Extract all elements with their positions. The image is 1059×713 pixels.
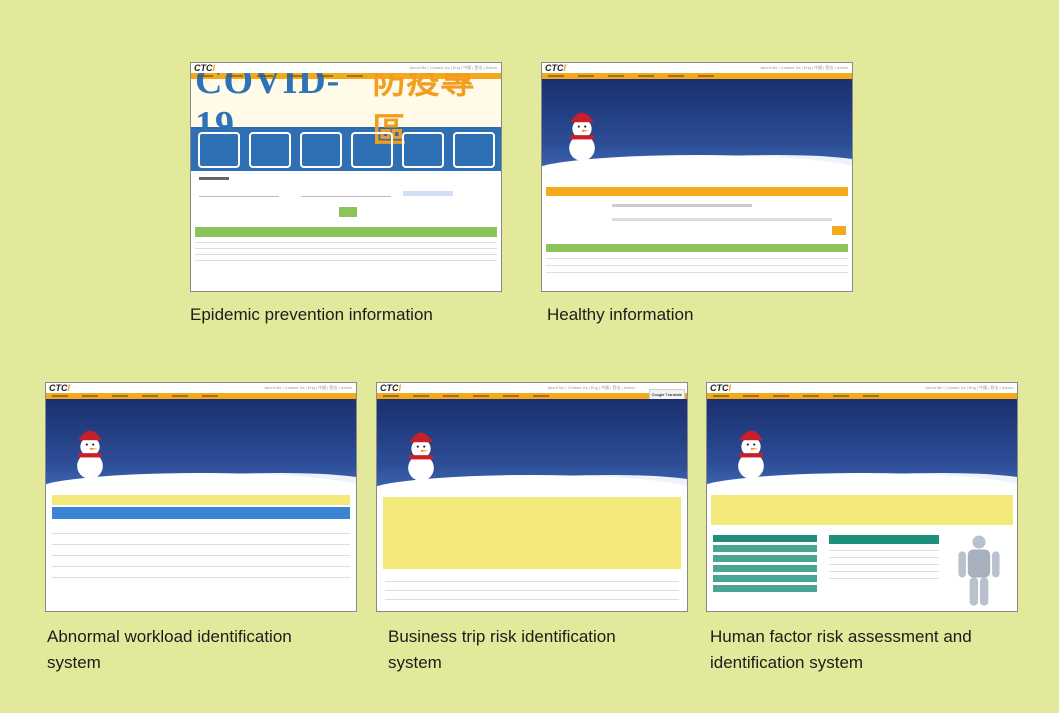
snowman-icon <box>408 432 434 481</box>
site-logo: CTCI <box>194 63 216 73</box>
winter-banner <box>707 399 1017 489</box>
results-table <box>195 227 497 261</box>
top-links: About Me | Contact Us | Eng | 中國 | 登出 | … <box>760 65 848 70</box>
site-logo: CTCI <box>545 63 567 73</box>
section-header-bar <box>546 187 848 196</box>
thumbnail-healthy-page[interactable]: CTCI About Me | Contact Us | Eng | 中國 | … <box>541 62 853 292</box>
site-header: CTCI About Me | Contact Us | Eng | 中國 | … <box>377 383 687 400</box>
health-table <box>546 244 848 273</box>
thumbnail-covid-page[interactable]: CTCI About Me | Contact Us | Eng | 中國 | … <box>190 62 502 292</box>
tile-icon[interactable] <box>350 132 393 168</box>
thumbnail-business-trip-page[interactable]: CTCI About Me | Contact Us | Eng | 中國 | … <box>376 382 688 612</box>
thumbnail-human-factor-page[interactable]: CTCI About Me | Contact Us | Eng | 中國 | … <box>706 382 1018 612</box>
question-list <box>46 519 356 592</box>
body-part-table <box>829 535 939 605</box>
snowman-icon <box>77 430 103 479</box>
search-button[interactable] <box>339 207 357 217</box>
assessment-area <box>707 525 1017 611</box>
profile-table <box>713 535 817 605</box>
site-logo: CTCI <box>380 383 402 393</box>
form-area <box>542 196 852 244</box>
site-logo: CTCI <box>710 383 732 393</box>
tile-icon[interactable] <box>401 132 444 168</box>
winter-banner <box>377 399 687 491</box>
search-area <box>191 171 501 227</box>
notice-box <box>711 495 1013 525</box>
blue-header-bar <box>52 507 350 519</box>
top-links: About Me | Contact Us | Eng | 中國 | 登出 | … <box>264 385 352 390</box>
notice-bar <box>52 495 350 505</box>
tile-icon[interactable] <box>197 132 240 168</box>
tile-icon[interactable] <box>248 132 291 168</box>
top-links: About Me | Contact Us | Eng | 中國 | 登出 | … <box>409 65 497 70</box>
top-links: About Me | Contact Us | Eng | 中國 | 登出 | … <box>925 385 1013 390</box>
caption: Epidemic prevention information <box>190 305 433 324</box>
caption: Healthy information <box>547 305 694 324</box>
caption: Business trip risk identification system <box>388 627 616 672</box>
notice-box <box>383 497 681 569</box>
snowman-icon <box>738 430 764 479</box>
submit-button[interactable] <box>832 226 846 235</box>
human-body-icon <box>958 535 1000 606</box>
question-section <box>377 569 687 611</box>
site-header: CTCI About Me | Contact Us | Eng | 中國 | … <box>542 63 852 73</box>
caption: Human factor risk assessment and identif… <box>710 627 972 672</box>
site-header: CTCI About Me | Contact Us | Eng | 中國 | … <box>191 63 501 73</box>
site-header: CTCI About Me | Contact Us | Eng | 中國 | … <box>707 383 1017 393</box>
snowman-icon <box>569 112 595 161</box>
top-links: About Me | Contact Us | Eng | 中國 | 登出 | … <box>547 385 635 390</box>
thumbnail-workload-page[interactable]: CTCI About Me | Contact Us | Eng | 中國 | … <box>45 382 357 612</box>
winter-banner <box>46 399 356 489</box>
covid-banner: COVID-19 防疫專區 <box>191 63 501 150</box>
tile-icon[interactable] <box>299 132 342 168</box>
site-header: CTCI About Me | Contact Us | Eng | 中國 | … <box>46 383 356 393</box>
winter-banner <box>542 79 852 171</box>
tile-icon[interactable] <box>452 132 495 168</box>
site-logo: CTCI <box>49 383 71 393</box>
caption: Abnormal workload identification system <box>47 627 292 672</box>
